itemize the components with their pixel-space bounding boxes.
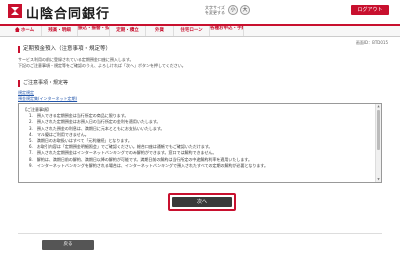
nav-item-mortgage[interactable]: 住宅ローン xyxy=(174,26,210,36)
terms-content: 【ご注意事項】 1. 預入できる定期預金は当行所定の商品に限ります。 2. 預入… xyxy=(23,107,371,169)
term-item: 9. インターネットバンキングを解約される場合は、インターネットバンキングで預入… xyxy=(29,162,269,168)
deposit-rules-link[interactable]: 預金規定集(インターネット定期) xyxy=(18,96,77,102)
nav-item-label: ホーム xyxy=(20,28,35,33)
terms-scrollbar[interactable]: ▲ ▼ xyxy=(375,104,381,182)
global-nav: ホーム 残高・明細 振込・振替・払込 定期・積立 外貨 住宅ローン 各種お申込・… xyxy=(0,24,400,37)
back-button[interactable]: 戻る xyxy=(42,240,94,250)
header: 山陰合同銀行 文字サイズを変更する 小 大 ログアウト xyxy=(0,0,400,24)
intro-line: 下記のご注意事項・規定等をご確認のうえ、よろしければ「次へ」ボタンを押してくださ… xyxy=(18,63,186,68)
nav-item-home[interactable]: ホーム xyxy=(8,26,42,36)
bank-logo-icon xyxy=(8,4,22,18)
font-size-label: 文字サイズを変更する xyxy=(205,5,225,15)
intro-text: サービス利用の前に登録されている定期預金口座に預入します。 下記のご注意事項・規… xyxy=(18,57,358,69)
screen-id: 画面ID：BTD015 xyxy=(355,40,388,45)
next-button[interactable]: 次へ xyxy=(172,197,232,207)
font-small-button[interactable]: 小 xyxy=(228,5,238,15)
nav-item-transfer[interactable]: 振込・振替・払込 xyxy=(78,26,110,36)
nav-item-balance[interactable]: 残高・明細 xyxy=(42,26,78,36)
terms-textarea[interactable]: 【ご注意事項】 1. 預入できる定期預金は当行所定の商品に限ります。 2. 預入… xyxy=(18,103,382,183)
bank-name: 山陰合同銀行 xyxy=(26,7,111,22)
nav-item-foreign[interactable]: 外貨 xyxy=(146,26,174,36)
next-button-highlight: 次へ xyxy=(168,193,236,211)
notes-section-title: ご注意事項・規定等 xyxy=(18,80,68,87)
nav-item-deposit[interactable]: 定期・積立 xyxy=(110,26,146,36)
scroll-down-icon[interactable]: ▼ xyxy=(376,177,381,182)
footer-divider xyxy=(18,233,382,234)
scroll-up-icon[interactable]: ▲ xyxy=(376,104,381,109)
font-large-button[interactable]: 大 xyxy=(240,5,250,15)
nav-item-applications[interactable]: 各種お申込・手続き xyxy=(210,26,244,36)
scroll-thumb[interactable] xyxy=(377,110,380,150)
home-icon xyxy=(14,27,20,32)
page-title: 定期預金預入（注意事項・規定等） xyxy=(18,46,111,53)
logout-button[interactable]: ログアウト xyxy=(351,5,389,15)
